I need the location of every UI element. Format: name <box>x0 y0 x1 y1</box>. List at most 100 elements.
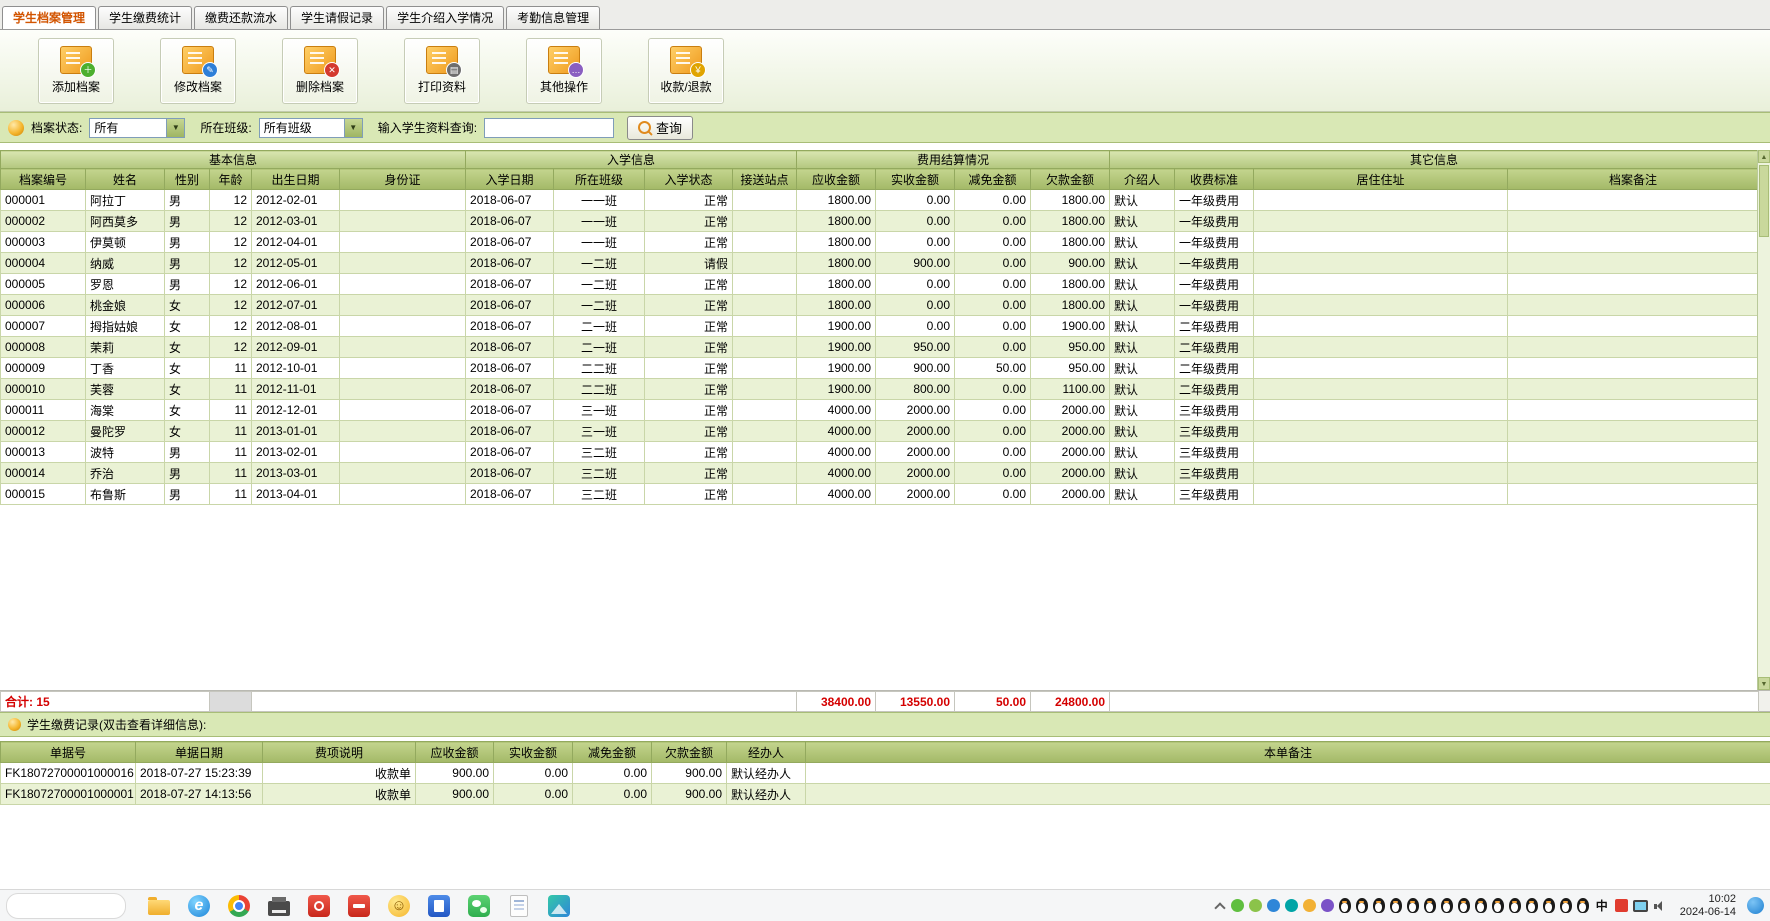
student-search-input[interactable] <box>484 118 614 138</box>
print-material-button[interactable]: ▤打印资料 <box>404 38 480 104</box>
chrome-icon[interactable] <box>226 893 252 919</box>
tray-monitor-icon[interactable] <box>1633 900 1648 912</box>
chevron-down-icon[interactable]: ▼ <box>166 119 184 137</box>
payment-column-header-0[interactable]: 单据号 <box>1 742 136 763</box>
main-column-header-0[interactable]: 档案编号 <box>1 169 86 190</box>
payment-column-header-5[interactable]: 减免金额 <box>573 742 652 763</box>
ime-indicator[interactable]: 中 <box>1594 898 1610 914</box>
qq-penguin-icon[interactable] <box>1492 898 1504 913</box>
main-column-header-6[interactable]: 入学日期 <box>466 169 554 190</box>
student-row[interactable]: 000013波特男112013-02-012018-06-07三二班正常4000… <box>1 442 1759 463</box>
qq-penguin-icon[interactable] <box>1424 898 1436 913</box>
payment-column-header-4[interactable]: 实收金额 <box>494 742 573 763</box>
main-column-header-15[interactable]: 收费标准 <box>1175 169 1254 190</box>
tray-app-icon-6[interactable] <box>1321 899 1334 912</box>
tray-app-icon-5[interactable] <box>1303 899 1316 912</box>
student-row[interactable]: 000002阿西莫多男122012-03-012018-06-07一一班正常18… <box>1 211 1759 232</box>
student-row[interactable]: 000012曼陀罗女112013-01-012018-06-07三一班正常400… <box>1 421 1759 442</box>
tab-referral-enrollment[interactable]: 学生介绍入学情况 <box>386 6 504 29</box>
main-column-header-1[interactable]: 姓名 <box>86 169 165 190</box>
smiley-app-icon[interactable]: ☺ <box>386 893 412 919</box>
main-column-header-11[interactable]: 实收金额 <box>876 169 955 190</box>
payment-column-header-8[interactable]: 本单备注 <box>806 742 1770 763</box>
student-row[interactable]: 000005罗恩男122012-06-012018-06-07一二班正常1800… <box>1 274 1759 295</box>
tab-payment-stats[interactable]: 学生缴费统计 <box>98 6 192 29</box>
student-row[interactable]: 000010芙蓉女112012-11-012018-06-07二二班正常1900… <box>1 379 1759 400</box>
tab-payment-flow[interactable]: 缴费还款流水 <box>194 6 288 29</box>
vertical-scrollbar[interactable]: ▲ ▼ <box>1757 150 1770 690</box>
qq-penguin-icon[interactable] <box>1526 898 1538 913</box>
main-column-header-3[interactable]: 年龄 <box>210 169 252 190</box>
main-column-header-7[interactable]: 所在班级 <box>554 169 645 190</box>
tray-red-icon[interactable] <box>1615 899 1628 912</box>
main-column-header-4[interactable]: 出生日期 <box>252 169 340 190</box>
query-button[interactable]: 查询 <box>627 116 693 140</box>
photo-viewer-icon[interactable] <box>546 893 572 919</box>
notepad-icon[interactable] <box>506 893 532 919</box>
taskbar-clock[interactable]: 10:02 2024-06-14 <box>1680 893 1736 919</box>
blue-app-icon[interactable] <box>426 893 452 919</box>
tab-attendance-info[interactable]: 考勤信息管理 <box>506 6 600 29</box>
wechat-icon[interactable] <box>466 893 492 919</box>
qq-penguin-icon[interactable] <box>1407 898 1419 913</box>
red-app-icon-2[interactable] <box>346 893 372 919</box>
receive-refund-button[interactable]: ￥收款/退款 <box>648 38 724 104</box>
qq-penguin-icon[interactable] <box>1390 898 1402 913</box>
student-row[interactable]: 000008茉莉女122012-09-012018-06-07二一班正常1900… <box>1 337 1759 358</box>
main-column-header-2[interactable]: 性别 <box>165 169 210 190</box>
student-row[interactable]: 000004纳威男122012-05-012018-06-07一二班请假1800… <box>1 253 1759 274</box>
tray-expand-icon[interactable] <box>1214 900 1226 912</box>
qq-penguin-icon[interactable] <box>1475 898 1487 913</box>
payment-row[interactable]: FK180727000010000012018-07-27 14:13:56收款… <box>1 784 1770 805</box>
qq-penguin-icon[interactable] <box>1441 898 1453 913</box>
student-row[interactable]: 000009丁香女112012-10-012018-06-07二二班正常1900… <box>1 358 1759 379</box>
qq-penguin-icon[interactable] <box>1373 898 1385 913</box>
main-column-header-8[interactable]: 入学状态 <box>645 169 733 190</box>
ie-browser-icon[interactable]: e <box>186 893 212 919</box>
red-app-icon-1[interactable] <box>306 893 332 919</box>
scrollbar-thumb[interactable] <box>1759 165 1769 237</box>
student-row[interactable]: 000011海棠女112012-12-012018-06-07三一班正常4000… <box>1 400 1759 421</box>
payment-column-header-2[interactable]: 费项说明 <box>263 742 416 763</box>
main-column-header-14[interactable]: 介绍人 <box>1110 169 1175 190</box>
class-dropdown[interactable]: 所有班级 ▼ <box>259 118 363 138</box>
student-row[interactable]: 000014乔治男112013-03-012018-06-07三二班正常4000… <box>1 463 1759 484</box>
qq-penguin-icon[interactable] <box>1577 898 1589 913</box>
tab-student-archive[interactable]: 学生档案管理 <box>2 6 96 29</box>
archive-status-dropdown[interactable]: 所有 ▼ <box>89 118 185 138</box>
tray-app-icon-1[interactable] <box>1231 899 1244 912</box>
payment-row[interactable]: FK180727000010000162018-07-27 15:23:39收款… <box>1 763 1770 784</box>
scroll-down-arrow-icon[interactable]: ▼ <box>1758 677 1770 690</box>
main-column-header-17[interactable]: 档案备注 <box>1508 169 1759 190</box>
edit-archive-button[interactable]: ✎修改档案 <box>160 38 236 104</box>
student-row[interactable]: 000001阿拉丁男122012-02-012018-06-07一一班正常180… <box>1 190 1759 211</box>
tray-speaker-icon[interactable] <box>1653 899 1668 913</box>
taskbar-search[interactable] <box>6 893 126 919</box>
payment-column-header-6[interactable]: 欠款金额 <box>652 742 727 763</box>
payment-column-header-7[interactable]: 经办人 <box>727 742 806 763</box>
tray-app-icon-3[interactable] <box>1267 899 1280 912</box>
qq-penguin-icon[interactable] <box>1543 898 1555 913</box>
main-column-header-9[interactable]: 接送站点 <box>733 169 797 190</box>
qq-penguin-icon[interactable] <box>1560 898 1572 913</box>
tray-app-icon-2[interactable] <box>1249 899 1262 912</box>
folder-icon[interactable] <box>146 893 172 919</box>
main-column-header-10[interactable]: 应收金额 <box>797 169 876 190</box>
payment-column-header-3[interactable]: 应收金额 <box>416 742 494 763</box>
qq-penguin-icon[interactable] <box>1339 898 1351 913</box>
student-row[interactable]: 000003伊莫顿男122012-04-012018-06-07一一班正常180… <box>1 232 1759 253</box>
main-column-header-13[interactable]: 欠款金额 <box>1031 169 1110 190</box>
student-row[interactable]: 000015布鲁斯男112013-04-012018-06-07三二班正常400… <box>1 484 1759 505</box>
payment-column-header-1[interactable]: 单据日期 <box>136 742 263 763</box>
printer-icon[interactable] <box>266 893 292 919</box>
main-column-header-16[interactable]: 居住住址 <box>1254 169 1508 190</box>
tray-app-icon-4[interactable] <box>1285 899 1298 912</box>
qq-penguin-icon[interactable] <box>1509 898 1521 913</box>
student-row[interactable]: 000007拇指姑娘女122012-08-012018-06-07二一班正常19… <box>1 316 1759 337</box>
qq-penguin-icon[interactable] <box>1356 898 1368 913</box>
scroll-up-arrow-icon[interactable]: ▲ <box>1758 150 1770 163</box>
delete-archive-button[interactable]: ✕删除档案 <box>282 38 358 104</box>
main-column-header-5[interactable]: 身份证 <box>340 169 466 190</box>
tab-leave-records[interactable]: 学生请假记录 <box>290 6 384 29</box>
main-column-header-12[interactable]: 减免金额 <box>955 169 1031 190</box>
